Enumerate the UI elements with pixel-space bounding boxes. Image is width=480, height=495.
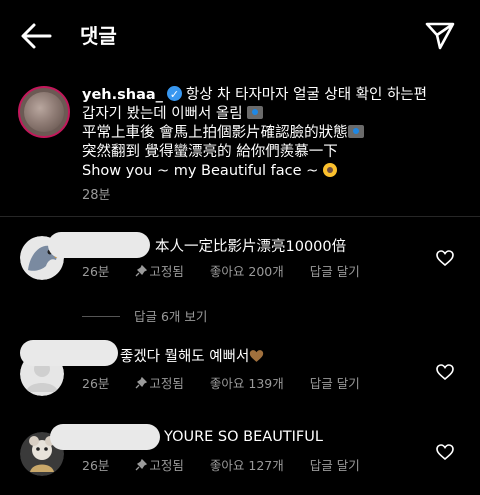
pin-icon	[135, 459, 148, 471]
pinned-label: 고정됨	[135, 373, 184, 392]
pinned-label: 고정됨	[135, 261, 184, 280]
caption-text: yeh.shaa_ 항상 차 타자마자 얼굴 상태 확인 하는편 갑자기 봤는데 …	[82, 85, 472, 181]
caption-line-4: 突然翻到 覺得蠻漂亮的 給你們羨慕一下	[82, 144, 338, 160]
comment-text: 좋겠다 뭘해도 예뻐서	[120, 345, 264, 366]
caption-line-1: 항상 차 타자마자 얼굴 상태 확인 하는편	[185, 87, 427, 103]
heart-icon[interactable]	[436, 250, 454, 266]
heart-icon[interactable]	[436, 364, 454, 380]
page-title: 댓글	[80, 24, 117, 48]
likes-count[interactable]: 좋아요 127개	[210, 455, 284, 474]
camera-flash-emoji-icon	[347, 125, 364, 138]
caption-line-3: 平常上車後 會馬上拍個影片確認臉的狀態	[82, 125, 348, 141]
reply-button[interactable]: 답글 달기	[310, 373, 360, 392]
caption-line-5: Show you ~ my Beautiful face ~	[82, 163, 319, 179]
avatar[interactable]	[18, 86, 70, 138]
caption-username[interactable]: yeh.shaa_	[82, 87, 163, 103]
likes-count[interactable]: 좋아요 200개	[210, 261, 284, 280]
pin-icon	[135, 377, 148, 389]
likes-count[interactable]: 좋아요 139개	[210, 373, 284, 392]
sunflower-emoji-icon	[322, 163, 337, 177]
caption-timestamp: 28분	[82, 188, 111, 203]
blurred-username	[48, 232, 150, 258]
caption-line-2: 갑자기 봤는데 이뻐서 올림	[82, 106, 243, 122]
reply-button[interactable]: 답글 달기	[310, 455, 360, 474]
blurred-username	[20, 340, 118, 366]
header-bar: 댓글	[0, 0, 480, 70]
divider	[0, 216, 480, 217]
comment-text: 本人一定比影片漂亮10000倍	[155, 239, 347, 255]
camera-flash-emoji-icon	[247, 106, 264, 119]
comment-timestamp: 26분	[82, 376, 110, 391]
reply-button[interactable]: 답글 달기	[310, 261, 360, 280]
pin-icon	[135, 265, 148, 277]
comment-meta: 26분 고정됨 좋아요 200개 답글 달기	[82, 261, 382, 280]
view-replies-button[interactable]: 답글 6개 보기	[82, 306, 207, 325]
comment-timestamp: 26분	[82, 458, 110, 473]
send-icon[interactable]	[424, 20, 456, 52]
blurred-username	[50, 424, 160, 450]
verified-badge-icon	[166, 85, 182, 104]
back-arrow-icon[interactable]	[20, 22, 52, 50]
brown-heart-emoji-icon	[250, 350, 264, 362]
comment-text: YOURE SO BEAUTIFUL	[164, 429, 323, 445]
comment-timestamp: 26분	[82, 264, 110, 279]
comment-meta: 26분 고정됨 좋아요 139개 답글 달기	[82, 373, 382, 392]
heart-icon[interactable]	[436, 444, 454, 460]
pinned-label: 고정됨	[135, 455, 184, 474]
comment-meta: 26분 고정됨 좋아요 127개 답글 달기	[82, 455, 382, 474]
